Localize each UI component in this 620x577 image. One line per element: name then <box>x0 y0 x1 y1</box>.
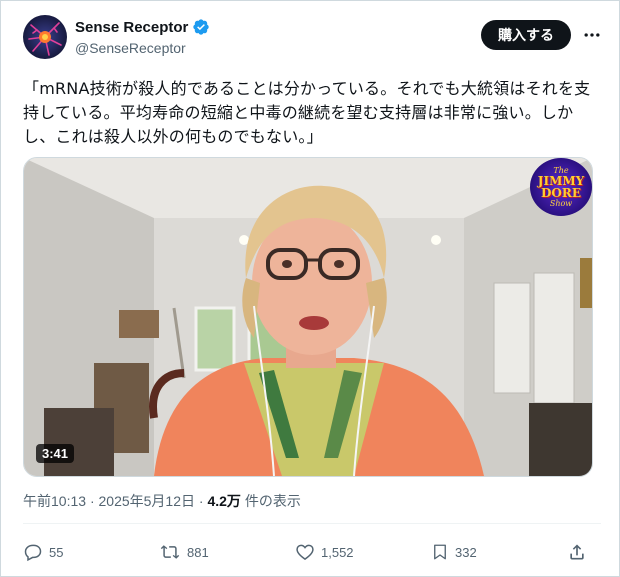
repost-icon <box>160 545 180 559</box>
tweet-text: 「mRNA技術が殺人的であることは分かっている。それでも大統領はそれを支持してい… <box>23 79 591 146</box>
like-count: 1,552 <box>321 544 354 560</box>
display-name[interactable]: Sense Receptor <box>75 19 188 36</box>
divider <box>23 523 601 524</box>
heart-icon <box>296 544 314 560</box>
views-label: 件の表示 <box>244 493 301 509</box>
video-frame <box>24 158 592 476</box>
avatar[interactable] <box>23 15 67 59</box>
more-options-button[interactable] <box>579 23 605 47</box>
bookmark-button[interactable]: 332 <box>431 539 477 565</box>
verified-badge-icon <box>193 19 210 35</box>
more-horizontal-icon <box>584 33 600 37</box>
neuron-avatar-icon <box>28 22 62 56</box>
bookmark-count: 332 <box>455 544 477 560</box>
buy-button[interactable]: 購入する <box>481 20 571 50</box>
name-row: Sense Receptor <box>75 18 210 36</box>
tweet-time[interactable]: 午前10:13 <box>23 493 86 509</box>
reply-icon <box>24 544 42 562</box>
video-duration: 3:41 <box>36 444 75 463</box>
tweet-card: Sense Receptor @SenseReceptor 購入する 「mRNA… <box>0 0 620 577</box>
view-count[interactable]: 4.2万 <box>207 493 240 509</box>
reply-button[interactable]: 55 <box>23 539 63 565</box>
bookmark-icon <box>434 544 446 560</box>
tweet-header: Sense Receptor @SenseReceptor 購入する <box>23 15 603 65</box>
like-button[interactable]: 1,552 <box>295 539 354 565</box>
action-bar: 55 881 1,552 332 <box>23 539 591 565</box>
handle[interactable]: @SenseReceptor <box>75 40 186 56</box>
share-button[interactable] <box>567 539 587 565</box>
repost-count: 881 <box>187 544 209 560</box>
jimmy-dore-show-logo: The JIMMY DORE Show <box>530 158 592 216</box>
repost-button[interactable]: 881 <box>159 539 209 565</box>
tweet-date[interactable]: 2025年5月12日 <box>99 493 196 509</box>
share-icon <box>570 544 584 560</box>
video-player[interactable]: The JIMMY DORE Show 3:41 <box>23 157 593 477</box>
tweet-meta: 午前10:13 · 2025年5月12日 · 4.2万 件の表示 <box>23 493 301 509</box>
reply-count: 55 <box>49 544 64 560</box>
